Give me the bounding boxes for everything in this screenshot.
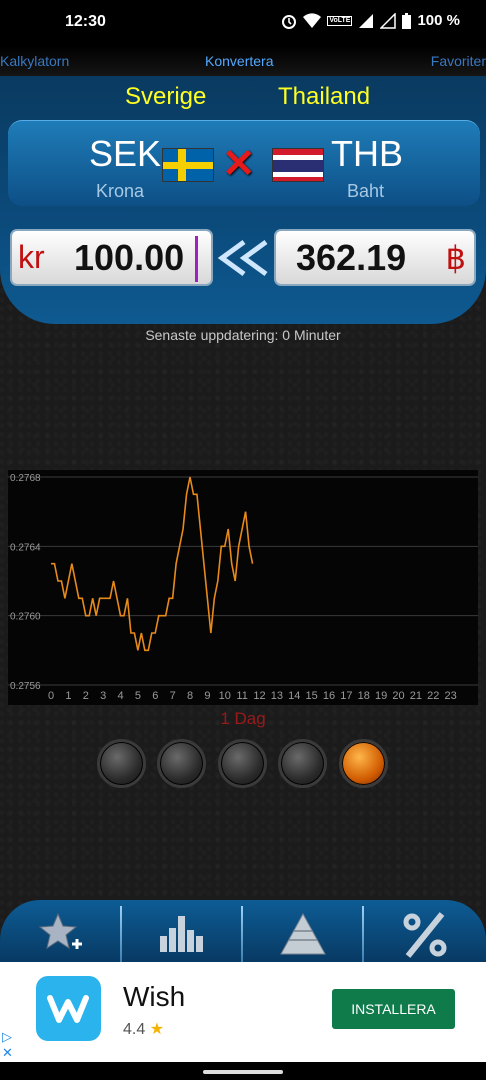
toolbar-percent[interactable] xyxy=(364,900,485,962)
wifi-icon xyxy=(303,12,322,28)
x-tick-label: 19 xyxy=(375,690,387,702)
ad-rating: 4.4 ★ xyxy=(123,1019,164,1039)
x-tick-label: 15 xyxy=(306,690,318,702)
status-icons: VoLTE 100 % xyxy=(281,12,460,29)
currency-from-name: Krona xyxy=(96,181,145,201)
thailand-flag-icon[interactable] xyxy=(272,148,324,182)
wish-logo-icon[interactable] xyxy=(36,976,101,1041)
toolbar-add-favorite[interactable] xyxy=(0,900,121,962)
x-tick-label: 11 xyxy=(236,690,247,702)
y-tick-label: 0.2756 xyxy=(10,681,41,692)
x-tick-label: 6 xyxy=(152,690,158,702)
chart-background xyxy=(8,470,478,705)
battery-icon xyxy=(402,12,412,29)
x-tick-label: 3 xyxy=(100,690,106,702)
percent-icon xyxy=(403,912,447,958)
tab-convert[interactable]: Konvertera xyxy=(205,53,273,69)
signal-icon xyxy=(359,13,374,28)
period-button-2[interactable] xyxy=(157,739,206,788)
x-tick-label: 5 xyxy=(135,690,141,702)
x-tick-label: 7 xyxy=(170,690,176,702)
swap-currencies-icon[interactable]: ✕ xyxy=(222,140,256,188)
ad-banner[interactable]: Wish 4.4 ★ INSTALLERA ▷ ✕ xyxy=(0,962,486,1062)
convert-direction-icon[interactable] xyxy=(216,238,270,278)
tab-calculator[interactable]: Kalkylatorn xyxy=(0,53,69,69)
period-button-4[interactable] xyxy=(278,739,327,788)
x-tick-label: 8 xyxy=(187,690,193,702)
country-from[interactable]: Sverige xyxy=(125,83,206,111)
battery-percent: 100 % xyxy=(417,12,460,29)
rate-chart: 0.27680.27640.27600.2756 0 1 2 3 4 5 6 7 8 9 10 11 1… xyxy=(8,470,478,705)
home-gesture-pill[interactable] xyxy=(203,1070,283,1074)
y-tick-label: 0.2764 xyxy=(10,542,41,553)
x-tick-label: 12 xyxy=(253,690,265,702)
period-label: 1 Dag xyxy=(220,709,266,728)
amount-to-field[interactable]: 362.19 ฿ xyxy=(274,229,476,286)
status-time: 12:30 xyxy=(65,13,106,30)
x-tick-label: 9 xyxy=(204,690,210,702)
sweden-flag-icon[interactable] xyxy=(162,148,214,182)
country-to[interactable]: Thailand xyxy=(278,83,370,111)
x-tick-label: 20 xyxy=(392,690,404,702)
y-tick-label: 0.2760 xyxy=(10,612,41,623)
x-tick-label: 18 xyxy=(358,690,370,702)
volte-icon: VoLTE xyxy=(327,15,353,26)
period-button-1[interactable] xyxy=(97,739,146,788)
amount-from-value: 100.00 xyxy=(74,237,185,278)
bar-chart-icon xyxy=(160,916,203,952)
pyramid-icon xyxy=(280,912,326,955)
x-tick-label: 16 xyxy=(323,690,335,702)
signal-x-icon xyxy=(380,12,397,29)
amount-to-symbol: ฿ xyxy=(445,240,466,276)
x-tick-label: 17 xyxy=(340,690,352,702)
tab-favorites[interactable]: Favoriter xyxy=(431,53,486,69)
period-button-3[interactable] xyxy=(218,739,267,788)
x-tick-label: 10 xyxy=(219,690,231,702)
navigation-bar xyxy=(0,1062,486,1080)
bottom-toolbar xyxy=(0,900,486,962)
x-tick-label: 14 xyxy=(288,690,300,702)
y-tick-label: 0.2768 xyxy=(10,473,41,484)
currency-to-code[interactable]: THB xyxy=(331,133,403,175)
period-button-1-day[interactable] xyxy=(339,739,388,788)
star-icon: ★ xyxy=(149,1021,165,1038)
status-bar: 12:30 VoLTE 100 % xyxy=(0,0,486,46)
x-tick-label: 22 xyxy=(427,690,439,702)
amount-to-value: 362.19 xyxy=(296,237,407,278)
amount-from-symbol: kr xyxy=(18,239,45,275)
add-favorite-icon xyxy=(38,912,82,950)
toolbar-charts[interactable] xyxy=(122,900,243,962)
toolbar-pyramid[interactable] xyxy=(243,900,364,962)
top-tabs: Kalkylatorn Konvertera Favoriter xyxy=(0,46,486,76)
last-update-text: Senaste uppdatering: 0 Minuter xyxy=(145,327,341,343)
install-button[interactable]: INSTALLERA xyxy=(332,989,455,1029)
x-tick-label: 4 xyxy=(117,690,123,702)
text-cursor xyxy=(195,236,198,282)
x-tick-label: 0 xyxy=(48,690,54,702)
x-tick-label: 1 xyxy=(65,690,71,702)
x-tick-label: 2 xyxy=(83,690,89,702)
amount-from-field[interactable]: kr 100.00 xyxy=(10,229,213,286)
x-tick-label: 23 xyxy=(445,690,457,702)
alarm-icon xyxy=(282,14,297,29)
currency-to-name: Baht xyxy=(347,181,385,201)
currency-from-code[interactable]: SEK xyxy=(89,133,161,175)
ad-choices-icon[interactable]: ▷ ✕ xyxy=(2,1029,13,1061)
ad-title[interactable]: Wish xyxy=(123,981,185,1013)
ad-rating-value: 4.4 xyxy=(123,1021,146,1038)
x-tick-label: 13 xyxy=(271,690,283,702)
x-tick-label: 21 xyxy=(410,690,422,702)
